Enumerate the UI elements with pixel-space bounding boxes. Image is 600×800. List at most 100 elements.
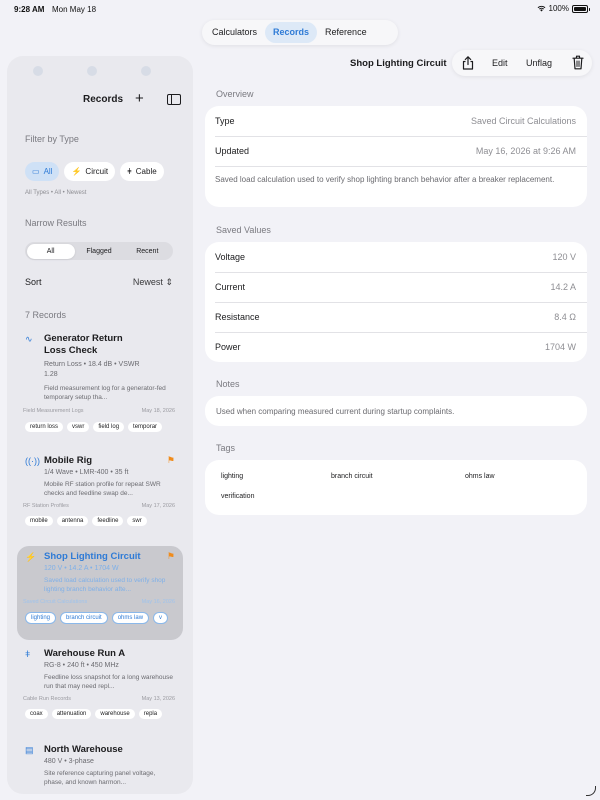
updated-row: Updated May 16, 2026 at 9:26 AM	[205, 136, 587, 166]
saved-values-card: Voltage 120 V Current 14.2 A Resistance …	[205, 242, 587, 362]
chip-circuit[interactable]: ⚡ Circuit	[64, 162, 116, 181]
faded-tab-1	[23, 66, 53, 82]
record-tag: antenna	[56, 516, 89, 526]
record-description: Field measurement log for a generator-fe…	[44, 385, 166, 401]
updated-value: May 16, 2026 at 9:26 AM	[475, 146, 576, 156]
circuit-icon: ⚡	[25, 552, 37, 562]
record-category: Cable Run Records	[23, 696, 71, 702]
unflag-button[interactable]: Unflag	[526, 58, 552, 68]
type-filter-chips: ▭ All ⚡ Circuit ǂ Cable	[25, 162, 164, 181]
resize-handle-icon[interactable]	[586, 786, 596, 796]
record-subtitle: Return Loss • 18.4 dB • VSWR 1.28	[44, 361, 140, 378]
record-description: Feedline loss snapshot for a long wareho…	[44, 674, 173, 690]
battery-percent: 100%	[548, 4, 569, 13]
narrow-all[interactable]: All	[26, 243, 75, 259]
tab-records[interactable]: Records	[265, 22, 318, 43]
record-description: Saved load calculation used to verify sh…	[215, 175, 555, 184]
tag-item: ohms law	[465, 473, 495, 480]
value-label: Current	[215, 282, 246, 292]
edit-button[interactable]: Edit	[492, 58, 508, 68]
record-item[interactable]: ǂ Warehouse Run A RG-8 • 240 ft • 450 MH…	[17, 643, 183, 737]
filter-summary: All Types • All • Newest	[25, 190, 87, 196]
faded-tab-3	[131, 66, 161, 82]
value-label: Resistance	[215, 312, 260, 322]
chip-cable[interactable]: ǂ Cable	[120, 162, 164, 181]
value-row-voltage: Voltage 120 V	[205, 242, 587, 272]
narrow-flagged[interactable]: Flagged	[75, 244, 123, 259]
value-row-resistance: Resistance 8.4 Ω	[205, 302, 587, 332]
notes-label: Notes	[216, 379, 240, 389]
tag-item: branch circuit	[331, 473, 373, 480]
record-item[interactable]: ▤ North Warehouse 480 V • 3-phase Site r…	[17, 739, 183, 794]
tab-reference[interactable]: Reference	[317, 22, 375, 43]
record-tag: vswr	[67, 422, 90, 432]
cable-icon: ǂ	[25, 649, 31, 659]
record-subtitle: 480 V • 3-phase	[44, 758, 94, 765]
record-tag: branch circuit	[60, 612, 108, 624]
notes-text: Used when comparing measured current dur…	[216, 407, 455, 416]
notes-card: Used when comparing measured current dur…	[205, 396, 587, 426]
tags-label: Tags	[216, 443, 236, 453]
value-label: Voltage	[215, 252, 246, 262]
narrow-results-label: Narrow Results	[25, 218, 87, 228]
status-date: Mon May 18	[52, 5, 97, 14]
status-right: 100%	[537, 4, 590, 13]
record-subtitle: 1/4 Wave • LMR-400 • 35 ft	[44, 469, 129, 476]
detail-title: Shop Lighting Circuit	[350, 58, 447, 69]
add-record-icon[interactable]: +	[135, 91, 144, 106]
records-count: 7 Records	[25, 310, 67, 320]
flag-icon: ⚑	[166, 455, 175, 465]
record-title: Mobile Rig	[44, 455, 93, 466]
record-category: RF Station Profiles	[23, 503, 69, 509]
chip-all-label: All	[43, 167, 53, 176]
tags-card: lighting branch circuit ohms law verific…	[205, 460, 587, 515]
record-tag: feedline	[92, 516, 124, 526]
narrow-recent[interactable]: Recent	[123, 244, 171, 259]
record-item[interactable]: ((·)) Mobile Rig ⚑ 1/4 Wave • LMR-400 • …	[17, 450, 183, 544]
record-date: May 16, 2026	[141, 599, 175, 605]
record-tag: ohms law	[111, 612, 150, 624]
record-tag: temporar	[128, 422, 163, 432]
record-title: Warehouse Run A	[44, 648, 126, 659]
record-subtitle: RG-8 • 240 ft • 450 MHz	[44, 662, 119, 669]
status-time: 9:28 AM	[14, 5, 45, 14]
sidebar-title: Records	[83, 94, 124, 105]
record-tag: return loss	[25, 422, 64, 432]
narrow-results-control: All Flagged Recent	[25, 242, 173, 260]
record-date: May 17, 2026	[141, 503, 175, 509]
record-item-selected[interactable]: ⚡ Shop Lighting Circuit ⚑ 120 V • 14.2 A…	[17, 546, 183, 640]
value-amount: 1704 W	[544, 342, 576, 352]
record-description: Saved load calculation used to verify sh…	[44, 577, 166, 593]
status-bar: 9:28 AM Mon May 18 100%	[0, 0, 600, 18]
value-amount: 14.2 A	[550, 282, 576, 292]
sidebar-toggle-icon[interactable]	[167, 94, 181, 105]
trash-icon[interactable]	[572, 55, 584, 70]
tab-calculators[interactable]: Calculators	[204, 22, 265, 43]
record-tag: swr	[127, 516, 147, 526]
sort-label: Sort	[25, 277, 42, 287]
record-tag: coax	[25, 709, 48, 719]
record-tag: repla	[138, 709, 163, 719]
cable-icon: ǂ	[127, 167, 132, 176]
value-label: Power	[215, 342, 241, 352]
record-tag: attenuation	[51, 709, 92, 719]
record-tags: coax attenuation warehouse repla	[25, 709, 183, 719]
folder-icon: ▭	[32, 167, 40, 176]
share-icon[interactable]	[462, 56, 474, 70]
tag-item: lighting	[221, 473, 244, 480]
record-item[interactable]: ∿ Generator Return Loss Check Return Los…	[17, 328, 183, 432]
sort-value[interactable]: Newest ⇕	[133, 277, 173, 288]
divider	[215, 166, 587, 167]
top-tab-bar: Calculators Records Reference	[202, 20, 398, 45]
record-tag: lighting	[25, 612, 57, 624]
type-row: Type Saved Circuit Calculations	[205, 106, 587, 136]
record-description: Mobile RF station profile for repeat SWR…	[44, 481, 161, 497]
updated-label: Updated	[215, 146, 250, 156]
overview-card: Type Saved Circuit Calculations Updated …	[205, 106, 587, 207]
record-title: Generator Return Loss Check	[44, 333, 123, 356]
chip-all[interactable]: ▭ All	[25, 162, 60, 181]
filter-by-type-label: Filter by Type	[25, 134, 79, 144]
saved-values-label: Saved Values	[216, 225, 271, 235]
wifi-icon	[537, 5, 545, 12]
record-tags: return loss vswr field log temporar	[25, 422, 183, 432]
